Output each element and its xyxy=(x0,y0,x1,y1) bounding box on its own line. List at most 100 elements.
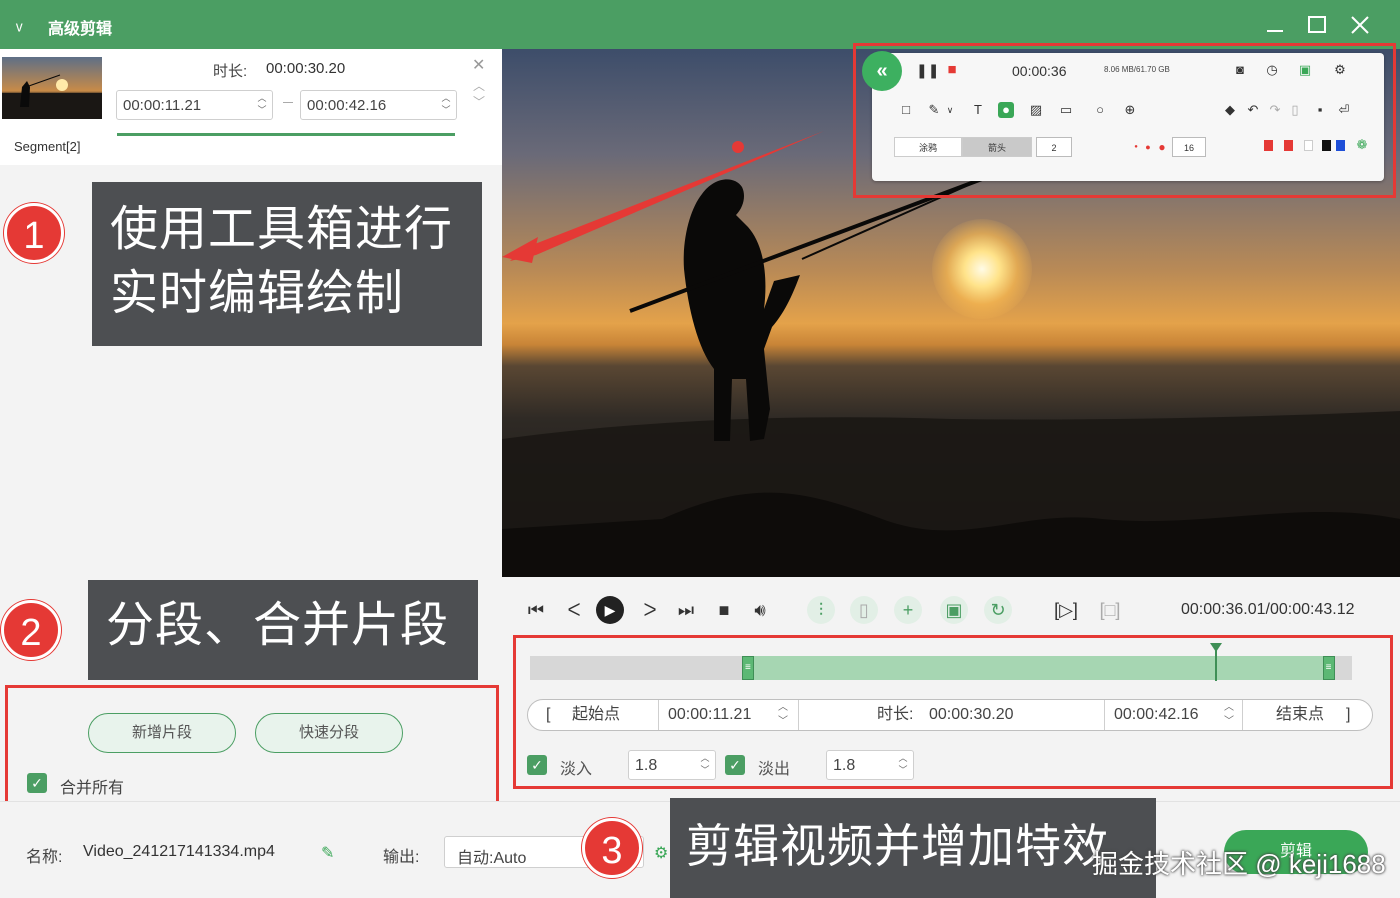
brush-mode-tab[interactable]: 涂鸦 xyxy=(894,137,962,157)
trim-end-input[interactable]: 00:00:42.16 xyxy=(1114,700,1199,730)
trim-duration-value: 00:00:30.20 xyxy=(929,706,1014,723)
timer-icon[interactable]: ◷ xyxy=(1264,62,1280,78)
fade-in-checkbox[interactable]: ✓ xyxy=(527,755,547,775)
segment-duration-value: 00:00:30.20 xyxy=(266,60,346,77)
callout-effects-text: 剪辑视频并增加特效 xyxy=(686,820,1109,872)
callout-line-1: 使用工具箱进行 xyxy=(110,203,454,256)
file-name-value: Video_241217141334.mp4 xyxy=(83,843,275,860)
eraser-icon[interactable]: ◆ xyxy=(1222,102,1238,118)
fade-out-value: 1.8 xyxy=(833,757,856,774)
color-swatch-black[interactable] xyxy=(1322,140,1331,151)
trim-bar: [ 起始点 00:00:11.21 ︿ ﹀ 时长: 00:00:30.20 00:… xyxy=(527,699,1373,731)
playhead[interactable] xyxy=(1214,645,1217,681)
selection-end-handle[interactable]: ≡ xyxy=(1322,656,1335,680)
set-out-point-icon[interactable]: [□] xyxy=(1096,596,1124,624)
set-in-point-icon[interactable]: [▷] xyxy=(1052,596,1080,624)
app-logo-icon: ᵥ xyxy=(16,13,23,35)
magnifier-icon[interactable]: ○ xyxy=(1092,102,1108,118)
trim-divider xyxy=(1104,700,1105,730)
set-end-button[interactable]: 结束点 xyxy=(1276,700,1324,730)
timeline-selection[interactable] xyxy=(743,656,1333,680)
edit-name-icon[interactable]: ✎ xyxy=(321,843,334,863)
color-swatch-white[interactable] xyxy=(1304,140,1313,151)
record-size: 8.06 MB/61.70 GB xyxy=(1104,65,1170,74)
play-icon[interactable]: ▶ xyxy=(596,596,624,624)
segment-move-up-icon[interactable]: ︿ xyxy=(473,77,485,94)
spin-arrows-icon[interactable]: ︿ ﹀ xyxy=(778,701,788,731)
segment-progress-fill xyxy=(117,133,455,136)
callout-badge-3: 3 xyxy=(582,818,642,878)
dot-large-icon[interactable]: ● xyxy=(1154,139,1170,155)
skip-end-icon[interactable]: ⏭ xyxy=(672,596,700,624)
segment-start-input[interactable]: 00:00:11.21 ︿ ﹀ xyxy=(116,90,273,120)
maximize-icon[interactable] xyxy=(1304,12,1330,38)
stop-record-icon[interactable]: ■ xyxy=(944,62,960,78)
volume-icon[interactable]: 🔊︎ xyxy=(746,596,774,624)
target-icon[interactable]: ⊕ xyxy=(1122,102,1138,118)
arrow-mode-tab[interactable]: 箭头 xyxy=(962,137,1032,157)
camera-icon[interactable]: ◙ xyxy=(1232,62,1248,78)
clear-icon[interactable]: ▪ xyxy=(1312,102,1328,118)
gear-icon[interactable]: ⚙ xyxy=(1332,62,1348,78)
callout-segments: 分段、合并片段 xyxy=(88,580,478,680)
spin-arrows-icon[interactable]: ︿ ﹀ xyxy=(256,92,268,118)
segment-end-input[interactable]: 00:00:42.16 ︿ ﹀ xyxy=(300,90,457,120)
step-forward-icon[interactable]: ᐳ xyxy=(636,596,664,624)
segment-label: Segment[2] xyxy=(14,139,81,154)
collapse-icon[interactable]: « xyxy=(862,51,902,91)
skip-start-icon[interactable]: ⏮ xyxy=(522,596,550,624)
trim-divider xyxy=(1242,700,1243,730)
fade-in-input[interactable]: 1.8 ︿ ﹀ xyxy=(628,750,716,780)
set-start-button[interactable]: 起始点 xyxy=(572,700,620,730)
callout-badge-1: 1 xyxy=(4,203,64,263)
spin-arrows-icon[interactable]: ︿ ﹀ xyxy=(440,92,452,118)
quick-split-button[interactable]: 快速分段 xyxy=(255,713,403,753)
rectangle-icon[interactable]: □ xyxy=(898,102,914,118)
trash-icon[interactable]: ▯ xyxy=(1287,102,1303,118)
step-back-icon[interactable]: ᐸ xyxy=(560,596,588,624)
minimize-icon[interactable] xyxy=(1262,12,1288,38)
merge-all-checkbox[interactable]: ✓ xyxy=(27,773,47,793)
comment-icon[interactable]: ▭ xyxy=(1058,102,1074,118)
pause-icon[interactable]: ❚❚ xyxy=(916,62,939,78)
spin-arrows-icon[interactable]: ︿ ﹀ xyxy=(897,752,909,778)
stop-icon[interactable]: ■ xyxy=(710,596,738,624)
spin-arrows-icon[interactable]: ︿ ﹀ xyxy=(1224,701,1234,731)
reset-icon[interactable]: ↻ xyxy=(984,596,1012,624)
copy-icon[interactable]: ▣ xyxy=(940,596,968,624)
selection-start-handle[interactable]: ≡ xyxy=(741,656,754,680)
palette-icon[interactable]: ❁ xyxy=(1354,137,1370,153)
segment-move-down-icon[interactable]: ﹀ xyxy=(473,93,485,110)
output-settings-icon[interactable]: ⚙ xyxy=(654,843,668,863)
color-swatch-red-2[interactable] xyxy=(1284,140,1293,151)
close-icon[interactable] xyxy=(1347,12,1373,38)
image-icon[interactable]: ▨ xyxy=(1028,102,1044,118)
split-icon[interactable]: ⫶ xyxy=(807,596,835,624)
color-swatch-red[interactable] xyxy=(1264,140,1273,151)
toolbox-icon[interactable]: ▣ xyxy=(1297,62,1313,78)
redo-icon[interactable]: ↷ xyxy=(1267,102,1283,118)
pen-icon[interactable]: ✎ xyxy=(926,102,942,118)
segment-close-icon[interactable]: ✕ xyxy=(472,55,485,75)
delete-icon[interactable]: ▯ xyxy=(850,596,878,624)
trim-start-input[interactable]: 00:00:11.21 xyxy=(668,700,751,730)
line-width-input[interactable]: 2 xyxy=(1036,137,1072,157)
fade-out-input[interactable]: 1.8 ︿ ﹀ xyxy=(826,750,914,780)
segment-thumbnail[interactable] xyxy=(2,57,102,119)
undo-icon[interactable]: ↶ xyxy=(1245,102,1261,118)
add-segment-button[interactable]: 新增片段 xyxy=(88,713,236,753)
segment-end-value: 00:00:42.16 xyxy=(307,97,387,114)
color-swatch-blue[interactable] xyxy=(1336,140,1345,151)
text-icon[interactable]: T xyxy=(970,102,986,118)
fade-out-checkbox[interactable]: ✓ xyxy=(725,755,745,775)
add-icon[interactable]: + xyxy=(894,596,922,624)
title-bar: ᵥ 高级剪辑 xyxy=(0,0,1400,49)
chevron-down-icon[interactable]: ∨ xyxy=(942,102,958,118)
segment-card[interactable]: Segment[2] 时长: 00:00:30.20 00:00:11.21 ︿… xyxy=(0,49,502,165)
spin-arrows-icon[interactable]: ︿ ﹀ xyxy=(699,752,711,778)
font-size-input[interactable]: 16 xyxy=(1172,137,1206,157)
exit-draw-icon[interactable]: ⏎ xyxy=(1336,102,1352,118)
fade-out-label: 淡出 xyxy=(758,761,791,778)
highlight-icon[interactable]: ● xyxy=(998,102,1014,118)
fade-in-value: 1.8 xyxy=(635,757,658,774)
